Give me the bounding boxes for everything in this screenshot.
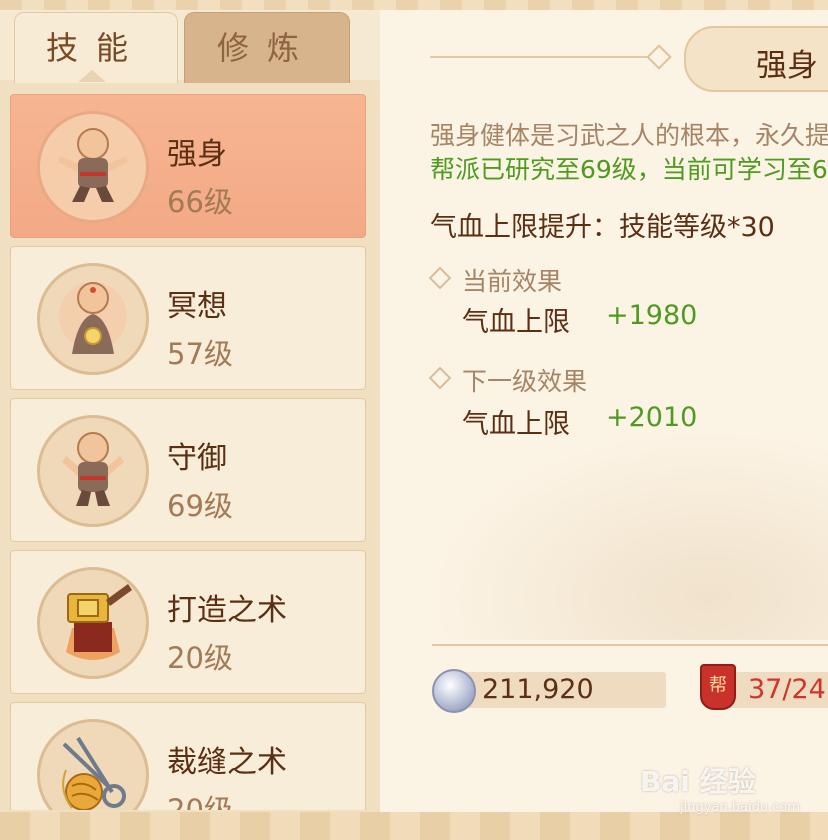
next-effect-title: 下一级效果	[462, 367, 588, 396]
skill-description: 强身健体是习武之人的根本，永久提	[430, 121, 828, 150]
forge-anvil-icon	[66, 584, 132, 660]
monk-meditate-icon	[59, 282, 127, 354]
current-effect-value: +1980	[606, 300, 698, 331]
skill-detail-title: 强身	[756, 48, 818, 84]
resource-divider	[432, 644, 828, 646]
guild-contribution: 37/24	[748, 674, 826, 705]
skill-card-defense[interactable]: 守御 69级	[10, 398, 366, 542]
next-effect-label: 气血上限	[462, 409, 570, 440]
guild-badge-icon: 帮	[700, 664, 736, 710]
scissors-yarn-icon	[62, 736, 126, 810]
watermark-url: jingyan.baidu.com	[680, 800, 800, 815]
skill-name: 打造之术	[167, 593, 287, 628]
skill-icon-frame	[37, 567, 149, 679]
skill-list[interactable]: 强身 66级 冥想 57级 守御 69级 打造之术 20级 裁缝之术 20级	[10, 94, 368, 810]
title-divider	[430, 56, 670, 58]
skill-icon-frame	[37, 263, 149, 375]
skill-level: 20级	[167, 641, 233, 675]
background-mountain-art	[430, 430, 828, 640]
skill-level: 66级	[167, 185, 233, 219]
skill-boost-formula: 气血上限提升：技能等级*30	[430, 212, 775, 243]
watermark-logo: Bai 经验	[640, 765, 756, 798]
guild-research-note: 帮派已研究至69级，当前可学习至6	[430, 155, 828, 184]
silver-amount: 211,920	[482, 674, 594, 705]
skill-card-tailoring[interactable]: 裁缝之术 20级	[10, 702, 366, 810]
top-frame-border	[0, 0, 828, 10]
current-effect-title: 当前效果	[462, 267, 563, 296]
skill-card-meditation[interactable]: 冥想 57级	[10, 246, 366, 390]
monk-guard-icon	[62, 432, 124, 506]
skill-name: 强身	[167, 137, 227, 172]
skill-name: 守御	[167, 441, 227, 476]
skill-icon-frame	[37, 111, 149, 223]
skill-name: 裁缝之术	[167, 745, 287, 780]
tab-practice[interactable]: 修炼	[184, 12, 350, 83]
next-effect-value: +2010	[606, 402, 698, 433]
monk-stance-icon	[58, 128, 128, 202]
skill-card-forging[interactable]: 打造之术 20级	[10, 550, 366, 694]
skill-icon-frame	[37, 719, 149, 810]
active-tab-pointer	[78, 70, 106, 82]
skill-name: 冥想	[167, 289, 227, 324]
bottom-frame-border	[0, 812, 828, 840]
skill-level: 69级	[167, 489, 233, 523]
skill-level: 57级	[167, 337, 233, 371]
skill-level: 20级	[167, 793, 233, 810]
current-effect-label: 气血上限	[462, 307, 570, 338]
skill-icon-frame	[37, 415, 149, 527]
silver-coin-icon	[432, 669, 476, 713]
skill-card-strength[interactable]: 强身 66级	[10, 94, 366, 238]
